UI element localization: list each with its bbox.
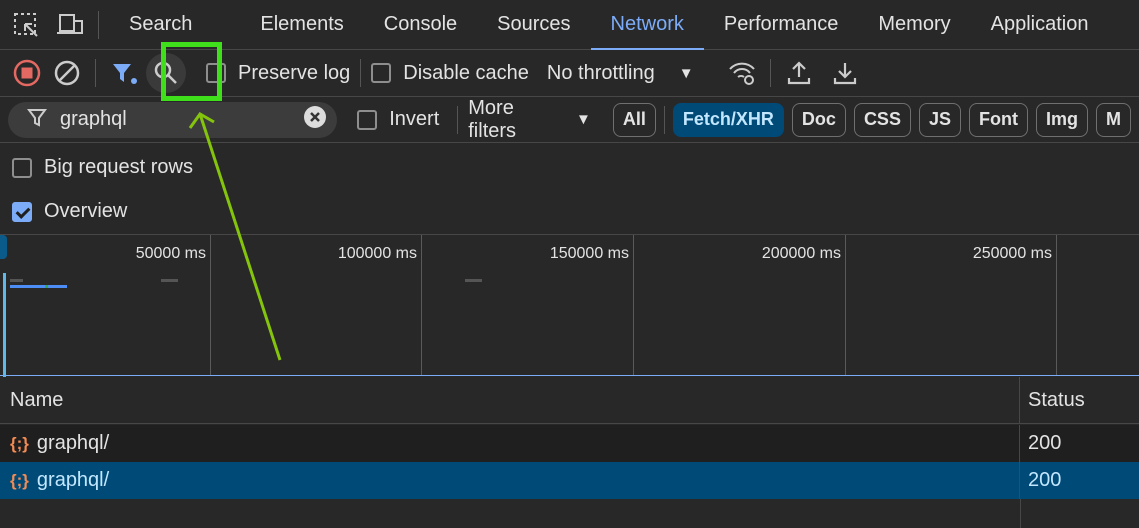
- annotation-arrow: [188, 112, 282, 361]
